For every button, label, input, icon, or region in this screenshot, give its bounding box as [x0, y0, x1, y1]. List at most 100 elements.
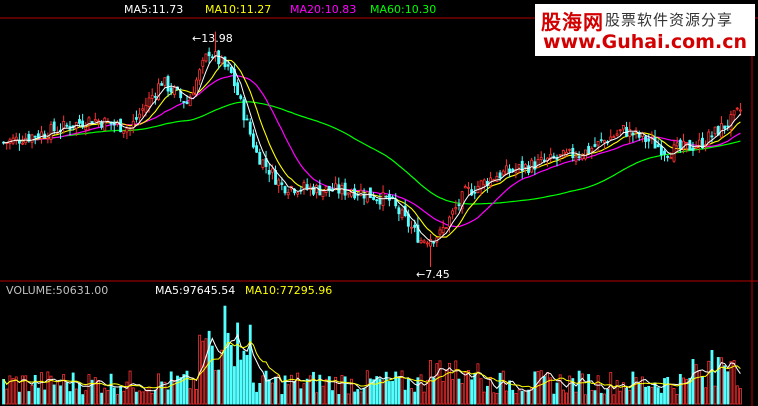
candle-body	[457, 204, 461, 207]
candle-body	[438, 229, 442, 235]
volume-bar	[84, 390, 88, 405]
volume-bar	[166, 389, 170, 405]
volume-bar	[387, 381, 391, 405]
volume-bar	[109, 373, 113, 405]
volume-bar	[441, 381, 445, 405]
candle-body	[419, 239, 423, 244]
candle-body	[568, 148, 572, 151]
volume-bar	[520, 390, 524, 405]
volume-bar	[106, 390, 110, 405]
candle-body	[52, 121, 56, 132]
candle-body	[675, 142, 679, 147]
volume-bar	[457, 378, 461, 405]
candle-body	[251, 133, 255, 148]
volume-bar	[410, 388, 413, 405]
candle-body	[160, 83, 164, 86]
volume-bar	[482, 391, 486, 405]
candle-body	[558, 154, 562, 156]
volume-bar	[33, 374, 37, 405]
volume-bar	[716, 357, 720, 405]
volume-bar	[134, 391, 138, 405]
volume-bar	[239, 359, 243, 405]
volume-bar	[625, 387, 629, 405]
volume-bar	[723, 365, 727, 405]
candle-body	[169, 87, 173, 93]
candlesticks	[2, 31, 742, 267]
volume-bar	[732, 360, 736, 405]
candle-body	[134, 117, 138, 120]
volume-bar	[195, 388, 198, 405]
candle-body	[384, 195, 388, 198]
volume-bar	[286, 384, 290, 405]
candle-body	[394, 199, 398, 207]
candle-body	[65, 124, 69, 127]
volume-bar	[372, 379, 376, 405]
candle-body	[365, 191, 369, 203]
volume-bar	[492, 392, 496, 405]
volume-bar	[150, 392, 154, 405]
candle-body	[315, 184, 319, 194]
volume-bar	[527, 389, 530, 405]
volume-bar	[644, 386, 647, 405]
candle-body	[46, 137, 50, 140]
volume-bar	[603, 393, 606, 405]
volume-bar	[419, 374, 423, 405]
volume-bar	[432, 377, 436, 405]
candle-body	[621, 125, 625, 130]
candle-body	[147, 97, 151, 107]
candle-body	[220, 57, 224, 64]
volume-label: VOLUME:50631.00	[6, 284, 109, 297]
candle-body	[451, 210, 455, 215]
volume-bar	[270, 382, 274, 405]
volume-bar	[448, 362, 451, 405]
candle-body	[100, 121, 104, 128]
candle-body	[609, 136, 613, 140]
volume-bar	[565, 392, 568, 405]
volume-bar	[656, 387, 660, 405]
volume-bar	[514, 393, 518, 405]
volume-bar	[93, 377, 97, 405]
volume-bar	[552, 393, 556, 405]
candle-body	[710, 135, 714, 138]
candle-body	[603, 140, 606, 143]
volume-bar	[210, 345, 214, 405]
volume-bar	[650, 387, 654, 405]
volume-bar	[628, 389, 632, 405]
volume-bar	[400, 370, 404, 405]
volume-bar	[479, 378, 483, 405]
candle-body	[577, 156, 581, 158]
ma60-line	[3, 101, 741, 205]
candle-body	[612, 136, 616, 138]
volume-bar	[473, 373, 477, 405]
volume-bar	[315, 392, 319, 405]
volume-bar	[637, 383, 641, 405]
ma20-polyline	[3, 74, 741, 228]
candle-body	[166, 76, 170, 92]
candle-body	[33, 135, 37, 138]
candle-body	[182, 101, 186, 103]
volume-bar	[62, 374, 66, 405]
candle-body	[122, 130, 126, 134]
volume-bar	[71, 372, 75, 405]
volume-bar	[536, 371, 540, 405]
volume-bar	[666, 376, 670, 405]
candle-body	[533, 161, 537, 170]
volume-bar	[343, 376, 347, 405]
volume-bar	[542, 376, 546, 405]
candle-body	[561, 150, 565, 158]
candle-body	[422, 240, 426, 243]
volume-bar	[115, 393, 119, 405]
volume-bar	[460, 382, 464, 405]
candle-body	[587, 145, 591, 154]
candle-body	[239, 95, 243, 99]
candle-body	[78, 119, 81, 124]
volume-bar	[672, 388, 676, 405]
volume-bar	[621, 382, 625, 405]
volume-bar	[501, 370, 505, 405]
candle-body	[425, 242, 429, 245]
volume-bar	[65, 382, 69, 405]
volume-bar	[125, 381, 129, 405]
candle-body	[217, 50, 221, 65]
volume-bar	[277, 375, 281, 405]
volume-bar	[131, 387, 135, 405]
